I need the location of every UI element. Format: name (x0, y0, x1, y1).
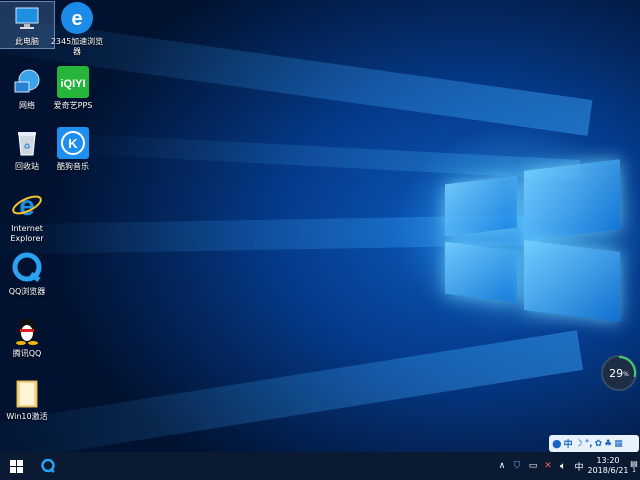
svg-text:e: e (19, 190, 35, 221)
clock-date: 2018/6/21 (587, 466, 629, 475)
start-button[interactable] (0, 452, 32, 480)
ie-icon: e (11, 189, 43, 221)
taskbar-qq-browser[interactable] (34, 452, 62, 480)
punctuation-icon[interactable]: °, (585, 439, 593, 449)
folder-icon (11, 377, 43, 409)
gauge-ring (602, 356, 636, 390)
qq-browser-icon (11, 252, 43, 284)
desktop-icon-2345-browser[interactable]: e 2345加速浏览器 (50, 2, 104, 57)
logo-pane (445, 241, 517, 303)
security-alert-icon[interactable]: ✕ (541, 452, 555, 480)
network-status-icon[interactable]: ▭ (526, 452, 540, 480)
light-beam (0, 330, 584, 452)
windows-logo (440, 159, 630, 330)
volume-icon[interactable]: 🔈︎ (556, 452, 570, 480)
shirt-icon[interactable]: ♣ (604, 439, 612, 449)
2345-browser-icon: e (61, 2, 93, 34)
svg-text:♻: ♻ (23, 142, 30, 151)
clock-time: 13:20 (596, 456, 620, 465)
ime-indicator[interactable]: 中 (573, 452, 585, 480)
qq-icon (11, 314, 43, 346)
iqiyi-icon: iQIYI (57, 66, 89, 98)
notification-count: 1 (632, 466, 636, 474)
action-center-button[interactable]: ▤ 1 (628, 452, 640, 480)
clock[interactable]: 13:20 2018/6/21 (587, 452, 629, 480)
skin-icon[interactable]: ✿ (595, 439, 603, 449)
grid-icon[interactable]: ▦ (614, 439, 623, 449)
desktop-icon-iqiyi[interactable]: iQIYI 爱奇艺PPS (46, 66, 100, 111)
qq-browser-icon (41, 458, 55, 473)
windows-start-icon (9, 459, 23, 473)
shield-icon[interactable]: ⛉ (510, 452, 524, 480)
network-icon (11, 66, 43, 98)
desktop-wallpaper: 此电脑 e 2345加速浏览器 网络 iQIYI 爱奇艺PPS ♻ 回收站 K … (0, 0, 640, 452)
desktop-icon-win10-activate[interactable]: Win10激活 (0, 377, 54, 422)
this-pc-icon (11, 2, 43, 34)
chevron-up-icon[interactable]: ∧ (496, 452, 508, 480)
desktop-icon-this-pc[interactable]: 此电脑 (0, 1, 55, 49)
taskbar: ∧ ⛉ ▭ ✕ 🔈︎ 中 13:20 2018/6/21 ▤ 1 (0, 452, 640, 480)
ime-toolbar[interactable]: ● 中 ☽ °, ✿ ♣ ▦ (549, 435, 639, 452)
logo-pane (524, 240, 620, 322)
performance-gauge[interactable]: 29% (601, 355, 637, 391)
logo-pane (445, 175, 517, 237)
recycle-bin-icon: ♻ (11, 127, 43, 159)
desktop-icon-internet-explorer[interactable]: e Internet Explorer (0, 189, 54, 244)
ime-language[interactable]: 中 (564, 437, 573, 450)
desktop-icon-kugou[interactable]: K 酷狗音乐 (46, 127, 100, 172)
moon-icon[interactable]: ☽ (575, 439, 583, 449)
desktop-icon-tencent-qq[interactable]: 腾讯QQ (0, 314, 54, 359)
svg-text:e: e (71, 8, 82, 30)
svg-text:iQIYI: iQIYI (60, 78, 85, 90)
logo-pane (524, 159, 620, 241)
desktop-icon-qq-browser[interactable]: QQ浏览器 (0, 252, 54, 297)
kugou-music-icon: K (57, 127, 89, 159)
svg-text:K: K (68, 136, 78, 151)
ime-logo-icon: ● (552, 437, 562, 450)
